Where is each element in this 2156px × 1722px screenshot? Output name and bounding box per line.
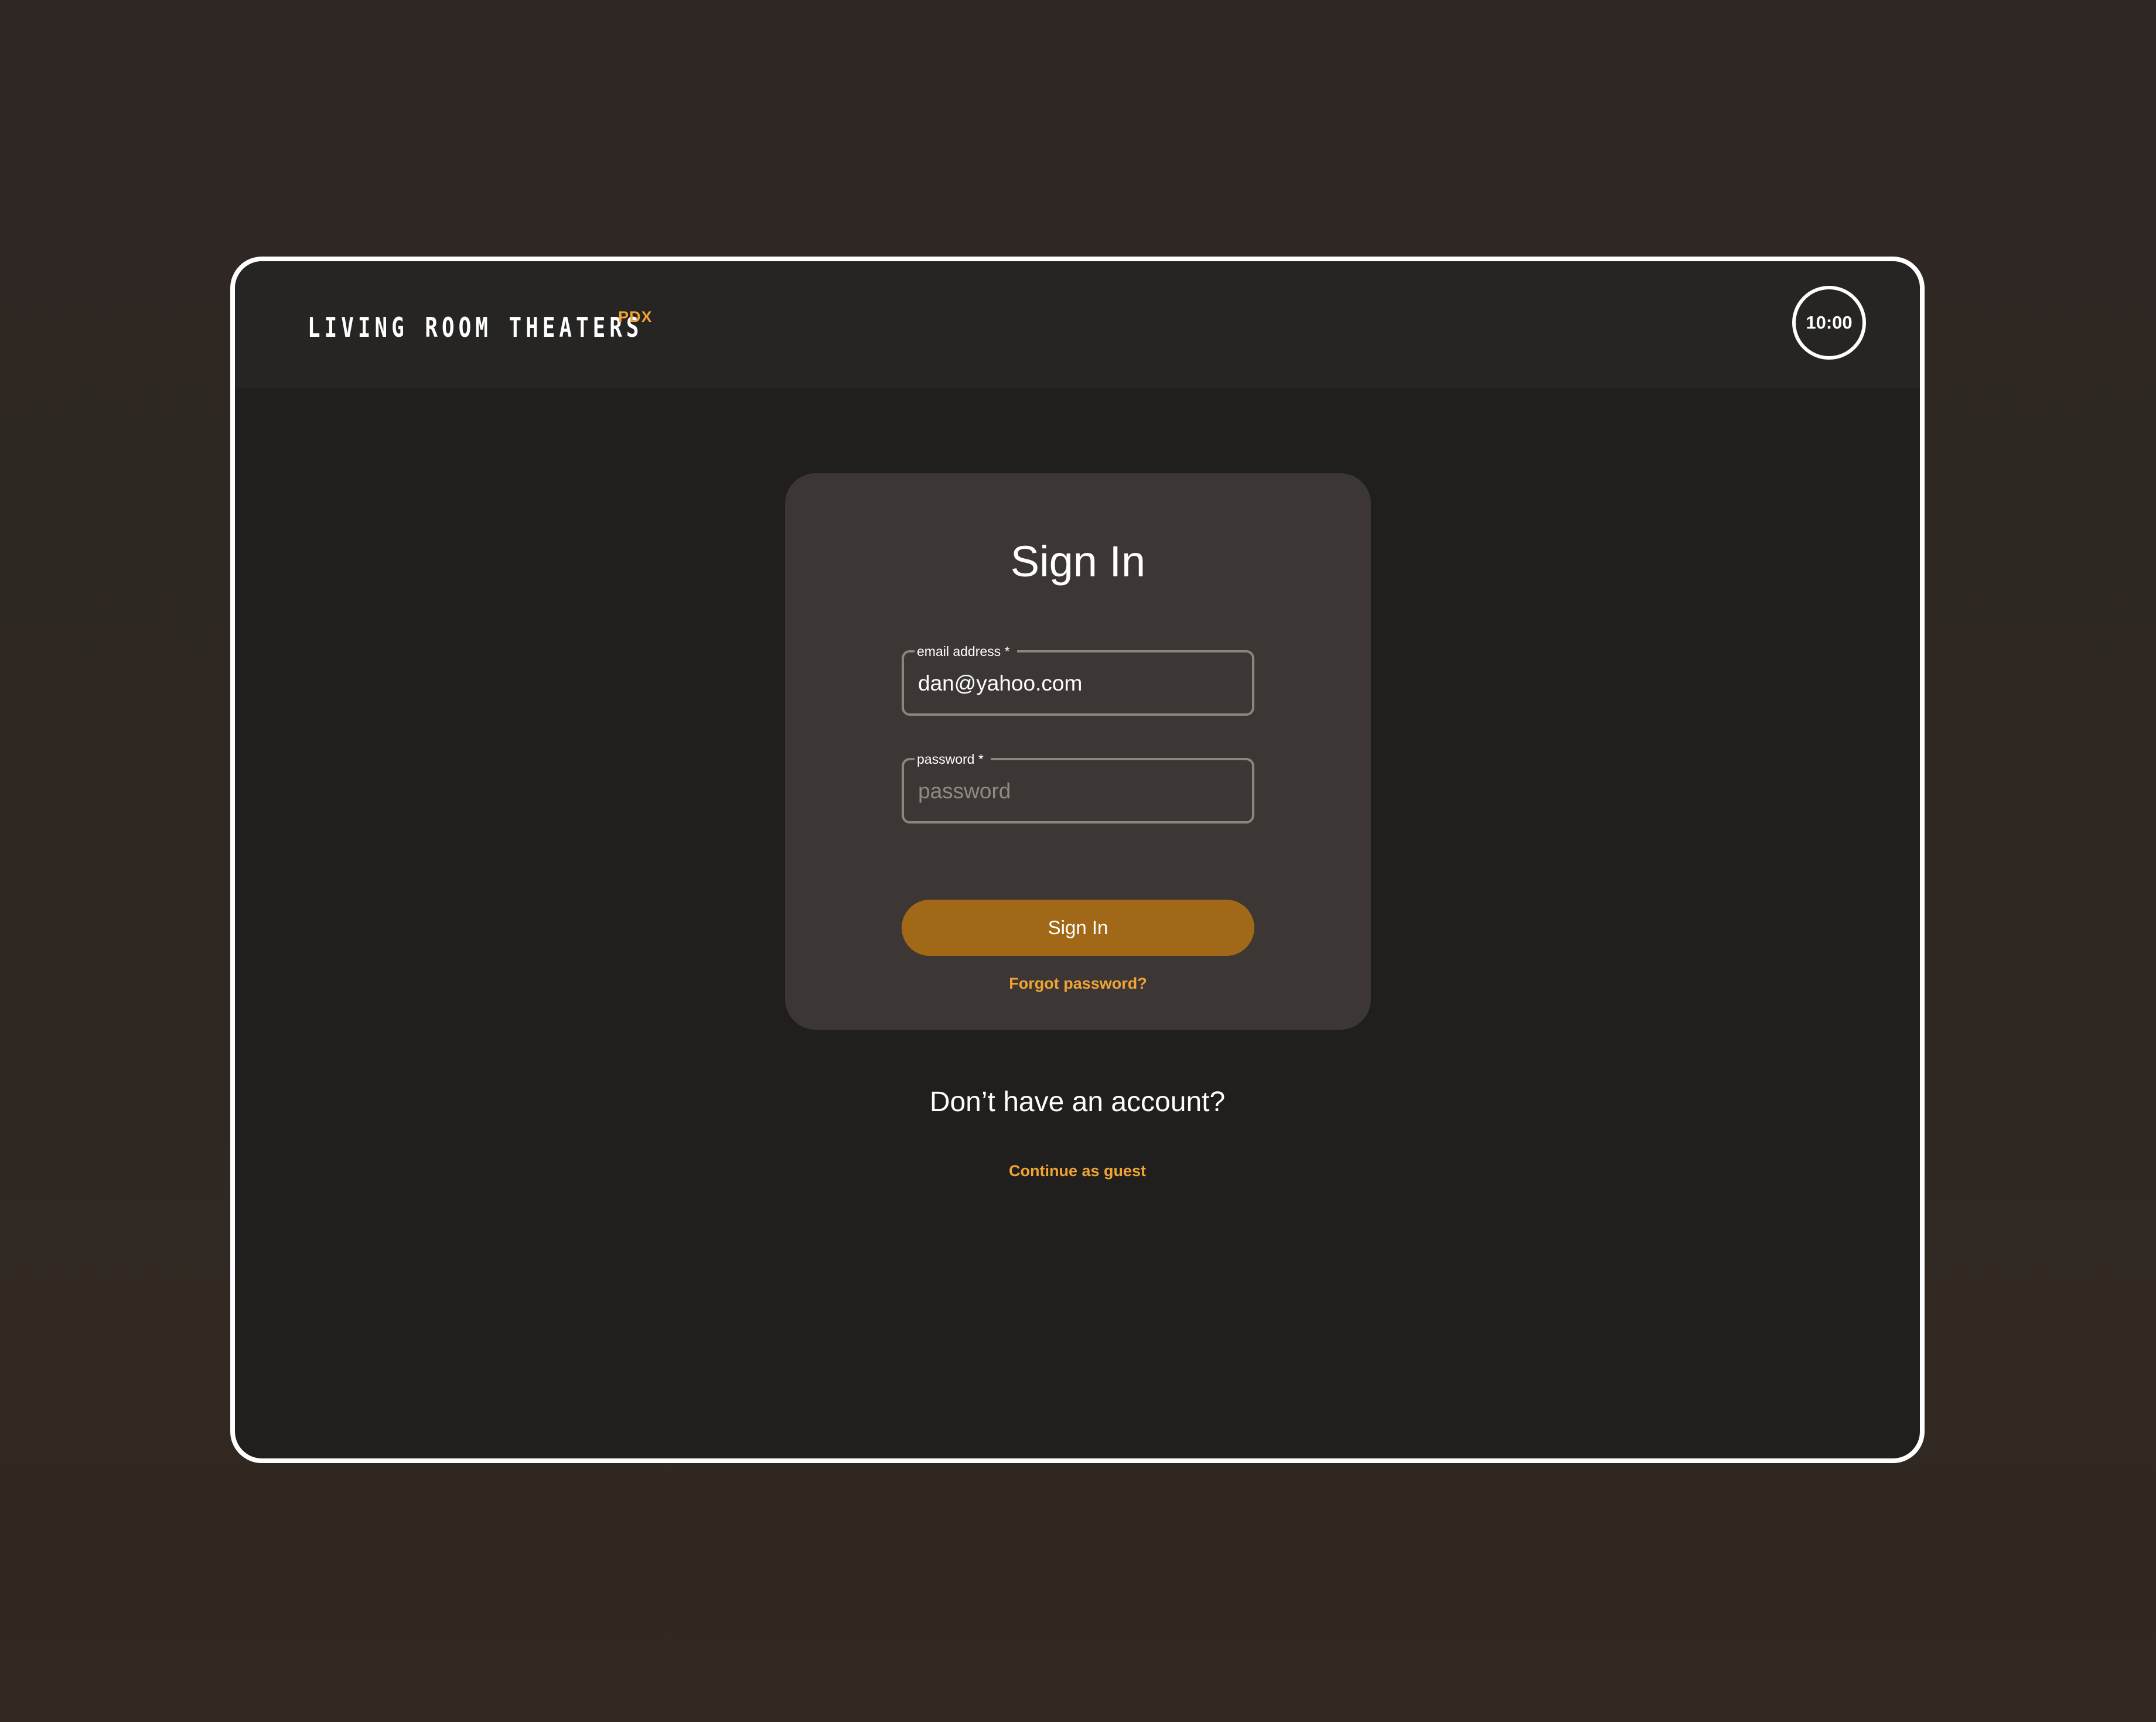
password-field-label: password * xyxy=(915,750,991,768)
no-account-prompt: Don’t have an account? xyxy=(929,1086,1226,1118)
email-field[interactable]: email address * xyxy=(902,643,1254,716)
session-timer: 10:00 xyxy=(1792,286,1866,360)
forgot-password-link[interactable]: Forgot password? xyxy=(785,975,1371,993)
signin-button[interactable]: Sign In xyxy=(902,900,1254,956)
email-input[interactable] xyxy=(918,664,1234,703)
signin-card: Sign In email address * password * Sign … xyxy=(785,473,1371,1030)
brand-suffix: PDX xyxy=(618,308,653,326)
email-field-label: email address * xyxy=(915,643,1017,660)
brand-name: LIVING ROOM THEATERS xyxy=(308,312,643,343)
signin-title: Sign In xyxy=(1010,537,1146,586)
top-bar: LIVING ROOM THEATERS PDX 10:00 xyxy=(235,261,1920,388)
password-field[interactable]: password * xyxy=(902,750,1254,824)
password-input[interactable] xyxy=(918,772,1234,811)
brand-logo: LIVING ROOM THEATERS PDX xyxy=(308,308,738,347)
kiosk-screen: LIVING ROOM THEATERS PDX 10:00 Sign In e… xyxy=(230,257,1925,1463)
continue-as-guest-link[interactable]: Continue as guest xyxy=(235,1162,1920,1180)
